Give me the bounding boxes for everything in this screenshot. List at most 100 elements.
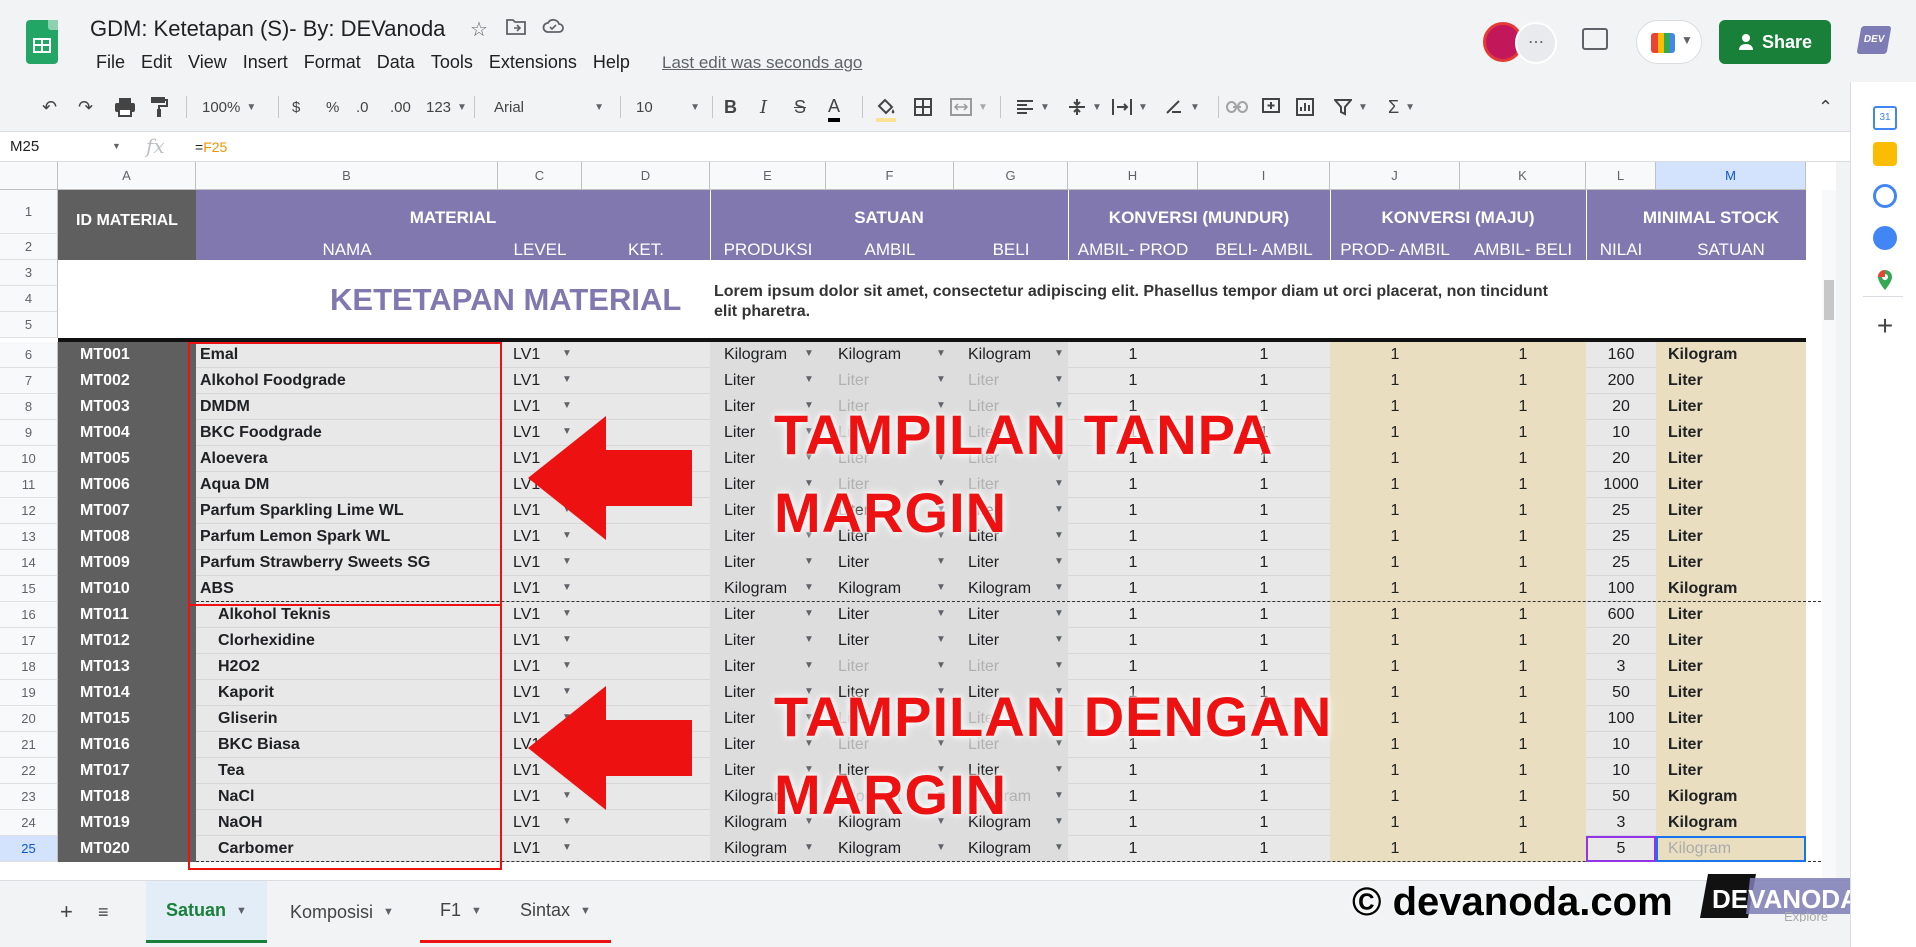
- row-header[interactable]: 13: [0, 524, 58, 550]
- row-header[interactable]: 18: [0, 654, 58, 680]
- tab-f1[interactable]: F1 ▼: [420, 881, 502, 943]
- select-all-corner[interactable]: [0, 162, 58, 190]
- menu-edit[interactable]: Edit: [133, 52, 180, 73]
- formula-input[interactable]: =F25: [195, 139, 227, 155]
- contacts-icon[interactable]: [1873, 226, 1897, 250]
- meet-button[interactable]: ▼: [1636, 20, 1702, 64]
- undo-icon[interactable]: ↶: [42, 94, 57, 120]
- row-header[interactable]: 8: [0, 394, 58, 420]
- row-header[interactable]: 22: [0, 758, 58, 784]
- chevron-down-icon[interactable]: ▼: [1054, 634, 1066, 645]
- row-header[interactable]: 17: [0, 628, 58, 654]
- percent-format-button[interactable]: %: [326, 94, 339, 120]
- font-family-select[interactable]: Arial ▼: [494, 94, 604, 120]
- row-header[interactable]: 16: [0, 602, 58, 628]
- row-header[interactable]: 19: [0, 680, 58, 706]
- chevron-down-icon[interactable]: ▼: [562, 608, 574, 619]
- chevron-down-icon[interactable]: ▼: [1054, 582, 1066, 593]
- chevron-down-icon[interactable]: ▼: [1054, 608, 1066, 619]
- chevron-down-icon[interactable]: ▼: [936, 634, 948, 645]
- chevron-down-icon[interactable]: ▼: [112, 141, 121, 151]
- chevron-down-icon[interactable]: ▼: [1054, 478, 1066, 489]
- functions-icon[interactable]: Σ ▼: [1388, 94, 1415, 120]
- font-size-select[interactable]: 10 ▼: [636, 94, 700, 120]
- column-header-g[interactable]: G: [954, 162, 1068, 190]
- dev-account-logo[interactable]: DEV: [1856, 26, 1892, 54]
- row-header[interactable]: 7: [0, 368, 58, 394]
- chevron-down-icon[interactable]: ▼: [562, 348, 574, 359]
- chevron-down-icon[interactable]: ▼: [562, 556, 574, 567]
- row-header[interactable]: 24: [0, 810, 58, 836]
- chevron-down-icon[interactable]: ▼: [804, 556, 816, 567]
- chevron-down-icon[interactable]: ▼: [562, 842, 574, 853]
- chevron-down-icon[interactable]: ▼: [936, 608, 948, 619]
- text-color-button[interactable]: A: [828, 94, 841, 122]
- share-button[interactable]: Share: [1719, 20, 1831, 64]
- cloud-status-icon[interactable]: [542, 17, 564, 41]
- text-wrapping-icon[interactable]: ▼: [1112, 94, 1148, 120]
- chevron-down-icon[interactable]: ▼: [1054, 374, 1066, 385]
- chevron-down-icon[interactable]: ▼: [562, 660, 574, 671]
- vertical-align-icon[interactable]: ▼: [1068, 94, 1102, 120]
- scrollbar-thumb[interactable]: [1824, 280, 1834, 320]
- row-header[interactable]: 4: [0, 286, 58, 312]
- chevron-down-icon[interactable]: ▼: [804, 348, 816, 359]
- sheets-logo-icon[interactable]: [26, 20, 58, 64]
- print-icon[interactable]: [114, 94, 136, 120]
- column-header-b[interactable]: B: [196, 162, 498, 190]
- menu-view[interactable]: View: [180, 52, 235, 73]
- chevron-down-icon[interactable]: ▼: [562, 582, 574, 593]
- chevron-down-icon[interactable]: ▼: [1054, 556, 1066, 567]
- chevron-down-icon[interactable]: ▼: [562, 400, 574, 411]
- star-icon[interactable]: ☆: [470, 17, 488, 42]
- chevron-down-icon[interactable]: ▼: [1054, 348, 1066, 359]
- name-box[interactable]: M25: [10, 138, 39, 155]
- currency-format-button[interactable]: $: [292, 94, 300, 120]
- increase-decimal-button[interactable]: .00: [390, 94, 411, 120]
- chevron-down-icon[interactable]: ▼: [562, 634, 574, 645]
- number-format-select[interactable]: 123 ▼: [426, 94, 467, 120]
- chevron-down-icon[interactable]: ▼: [936, 556, 948, 567]
- row-header[interactable]: 25: [0, 836, 58, 862]
- row-header[interactable]: 9: [0, 420, 58, 446]
- row-header[interactable]: 21: [0, 732, 58, 758]
- chevron-down-icon[interactable]: ▼: [562, 374, 574, 385]
- chevron-down-icon[interactable]: ▼: [936, 582, 948, 593]
- chevron-down-icon[interactable]: ▼: [1054, 790, 1066, 801]
- add-sheet-icon[interactable]: +: [60, 899, 73, 925]
- menu-tools[interactable]: Tools: [423, 52, 481, 73]
- tab-komposisi[interactable]: Komposisi ▼: [270, 881, 414, 943]
- tab-sintax[interactable]: Sintax ▼: [500, 881, 611, 943]
- chevron-down-icon[interactable]: ▼: [804, 374, 816, 385]
- row-header[interactable]: 3: [0, 260, 58, 286]
- tab-satuan[interactable]: Satuan ▼: [146, 881, 267, 943]
- horizontal-align-icon[interactable]: ▼: [1016, 94, 1050, 120]
- last-edit-link[interactable]: Last edit was seconds ago: [662, 53, 862, 73]
- keep-icon[interactable]: [1873, 142, 1897, 166]
- menu-data[interactable]: Data: [369, 52, 423, 73]
- chevron-down-icon[interactable]: ▼: [936, 660, 948, 671]
- insert-chart-icon[interactable]: [1296, 94, 1314, 120]
- row-header[interactable]: 2: [0, 234, 58, 260]
- column-header-m[interactable]: M: [1656, 162, 1806, 190]
- borders-icon[interactable]: [914, 94, 932, 120]
- column-header-i[interactable]: I: [1198, 162, 1330, 190]
- chevron-down-icon[interactable]: ▼: [1054, 816, 1066, 827]
- comment-history-icon[interactable]: [1582, 28, 1608, 50]
- chevron-down-icon[interactable]: ▼: [1054, 764, 1066, 775]
- filter-icon[interactable]: ▼: [1334, 94, 1368, 120]
- paint-format-icon[interactable]: [150, 94, 168, 120]
- document-title[interactable]: GDM: Ketetapan (S)- By: DEVanoda: [90, 16, 445, 42]
- row-header[interactable]: 11: [0, 472, 58, 498]
- redo-icon[interactable]: ↷: [78, 94, 93, 120]
- row-header[interactable]: 6: [0, 342, 58, 368]
- chevron-down-icon[interactable]: ▼: [936, 374, 948, 385]
- zoom-select[interactable]: 100% ▼: [202, 94, 256, 120]
- chevron-down-icon[interactable]: ▼: [804, 660, 816, 671]
- strikethrough-button[interactable]: S: [794, 94, 806, 120]
- chevron-down-icon[interactable]: ▼: [804, 608, 816, 619]
- chevron-down-icon[interactable]: ▼: [936, 348, 948, 359]
- chevron-down-icon[interactable]: ▼: [1054, 660, 1066, 671]
- column-header-j[interactable]: J: [1330, 162, 1460, 190]
- column-header-k[interactable]: K: [1460, 162, 1586, 190]
